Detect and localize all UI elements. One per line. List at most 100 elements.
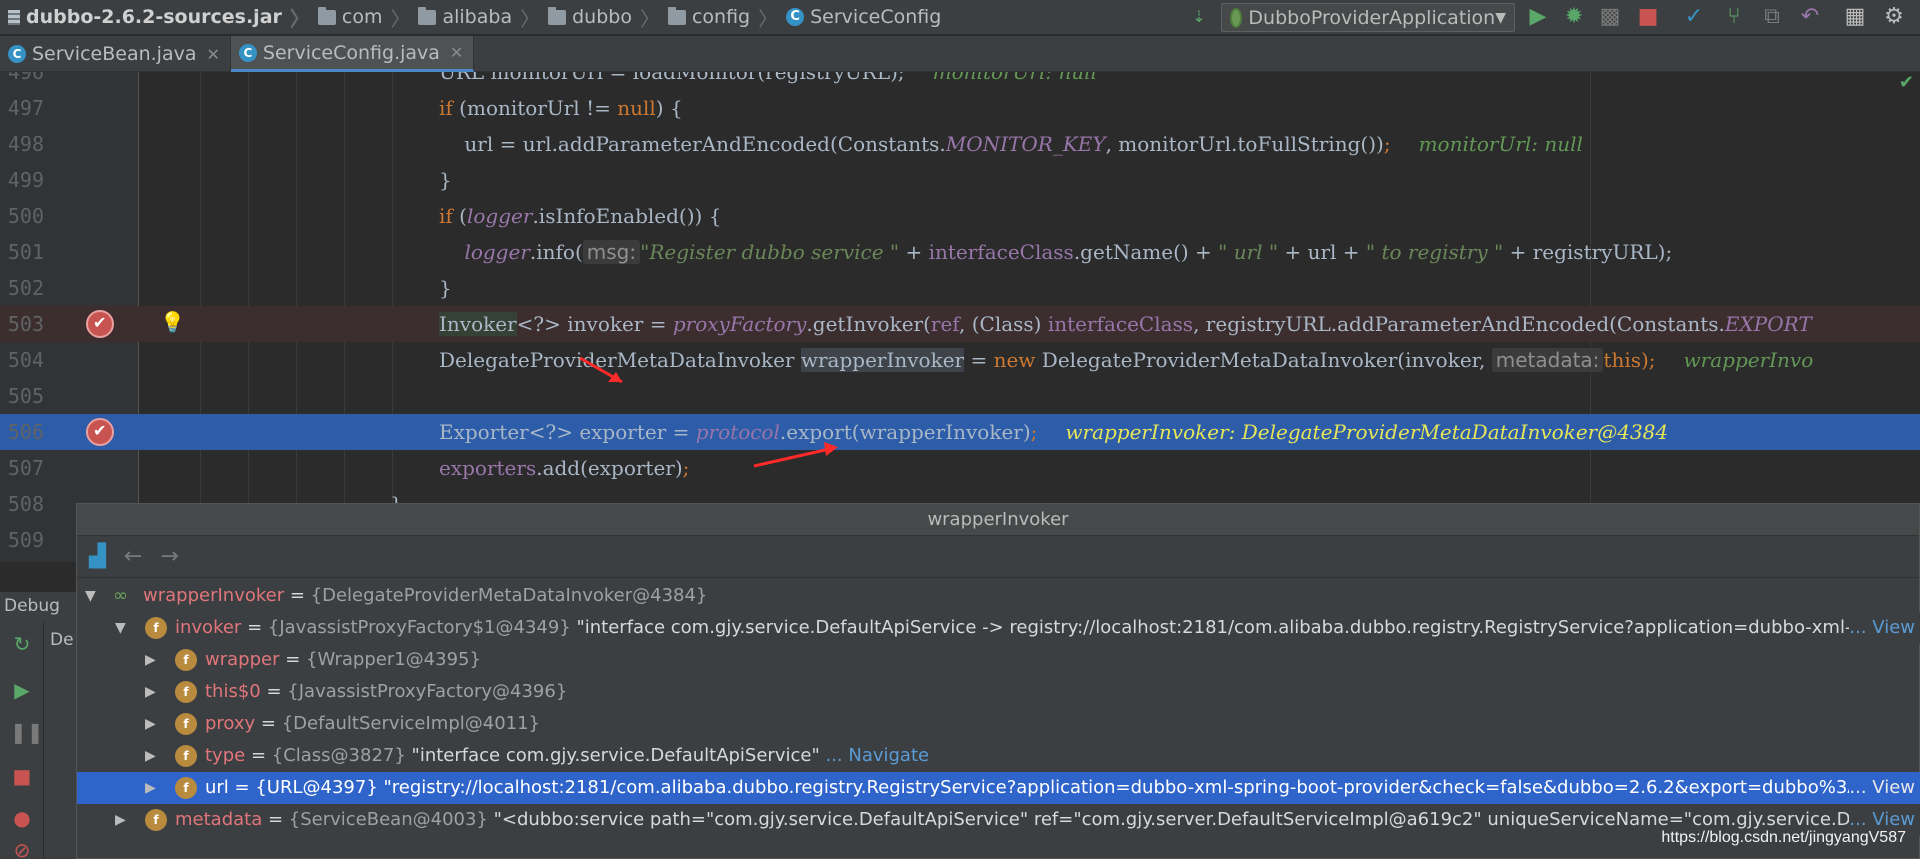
code-text: URL monitorUrl = loadMonitor(registryURL… [439,72,1097,90]
rerun-icon[interactable]: ↻ [10,632,34,656]
variable-eq: = [260,681,288,702]
expand-icon[interactable]: ▶ [145,772,156,804]
code-token: DelegateProviderMetaDataInvoker(invoker, [1035,348,1492,372]
analysis-ok-icon: ✔ [1898,72,1914,93]
code-token: <?> invoker = [516,312,673,336]
revert-icon[interactable]: ↶ [1798,5,1822,29]
navigate-link[interactable]: ... Navigate [820,745,929,766]
tree-row-proxy[interactable]: ▶ f proxy = {DefaultServiceImpl@4011} [77,708,1920,740]
chevron-right-icon: 〉 [758,6,779,31]
breadcrumb-serviceconfig[interactable]: C ServiceConfig [778,0,941,35]
tree-row-wrapperinvoker[interactable]: ▼ ∞ wrapperInvoker = {DelegateProviderMet… [77,580,1920,612]
tree-row-type[interactable]: ▶ f type = {Class@3827} "interface com.gj… [77,740,1920,772]
debug-tool-label[interactable]: Debug [0,592,76,622]
lightbulb-icon[interactable]: 💡 [160,310,185,334]
breadcrumb-dubbo[interactable]: dubbo 〉 [540,0,660,35]
code-text: url = url.addParameterAndEncoded(Constan… [439,126,1583,162]
code-token: (Class) [971,312,1042,336]
stop-icon[interactable]: ■ [1636,5,1660,29]
view-breakpoints-icon[interactable]: ● [10,806,34,830]
code-line[interactable]: 498 url = url.addParameterAndEncoded(Con… [0,126,1920,162]
expand-icon[interactable]: ▶ [115,804,126,836]
code-line[interactable]: 497 if (monitorUrl != null) { [0,90,1920,126]
compare-icon[interactable]: ⧉ [1760,5,1784,29]
tab-servicebean[interactable]: C ServiceBean.java ✕ [0,36,231,72]
tree-row-metadata[interactable]: ▶ f metadata = {ServiceBean@4003} "<dubbo… [77,804,1920,836]
code-line[interactable]: 504 DelegateProviderMetaDataInvoker wrap… [0,342,1920,378]
close-icon[interactable]: ✕ [450,43,463,62]
code-token: null [617,96,656,120]
coverage-icon[interactable]: ▩ [1598,5,1622,29]
settings-icon[interactable]: ⚙ [1882,5,1906,29]
forward-icon[interactable]: → [160,544,178,569]
code-line[interactable]: 505 [0,378,1920,414]
expand-icon[interactable]: ▶ [145,740,156,772]
popup-toolbar: ▟ ← → [77,536,1919,578]
tree-row-wrapper[interactable]: ▶ f wrapper = {Wrapper1@4395} [77,644,1920,676]
collapse-icon[interactable]: ▼ [115,612,126,644]
code-text: Exporter<?> exporter = protocol.export(w… [439,414,1668,450]
code-token: interfaceClass [1047,312,1194,336]
vcs-update-icon[interactable]: ✓ [1682,5,1706,29]
expand-icon[interactable]: ▶ [145,644,156,676]
expand-icon[interactable]: ▶ [145,676,156,708]
code-line[interactable]: 507 exporters.add(exporter); [0,450,1920,486]
code-token: proxyFactory [672,312,807,336]
debugger-tab-label[interactable]: De [50,630,74,650]
code-line[interactable]: 502 } [0,270,1920,306]
close-icon[interactable]: ✕ [206,45,219,64]
line-number: 500 [7,204,44,228]
watermark: https://blog.csdn.net/jingyangV587 [1661,829,1906,846]
breadcrumb-config[interactable]: config 〉 [660,0,778,35]
view-link[interactable]: ... View [1849,772,1920,804]
chevron-right-icon: 〉 [289,6,310,31]
run-icon[interactable]: ▶ [1526,5,1550,29]
code-token: " url " [1218,240,1279,264]
stop-icon[interactable]: ■ [10,764,34,788]
code-line[interactable]: 496 URL monitorUrl = loadMonitor(registr… [0,72,1920,90]
tree-row-this0[interactable]: ▶ f this$0 = {JavassistProxyFactory@4396} [77,676,1920,708]
tree-row-url[interactable]: ▶ f url = {URL@4397} "registry://localhos… [77,772,1920,804]
variable-eq: = [228,777,256,798]
code-line-breakpoint[interactable]: 503 💡 Invoker<?> invoker = proxyFactory.… [0,306,1920,342]
resume-icon[interactable]: ▶ [10,678,34,702]
code-text: if (logger.isInfoEnabled()) { [439,198,721,234]
code-line[interactable]: 499 } [0,162,1920,198]
view-link[interactable]: ... View [1849,612,1920,644]
breakpoint-icon[interactable] [86,418,114,446]
code-token: ); [1641,348,1656,372]
code-token: = [964,348,994,372]
vcs-commit-icon[interactable]: ⑂ [1722,5,1746,29]
variable-eq: = [262,809,289,830]
tree-row-content: f wrapper = {Wrapper1@4395} [175,644,481,676]
code-text: } [439,168,452,192]
sort-icon[interactable]: ⇣ [1187,5,1211,29]
breadcrumb-alibaba[interactable]: alibaba 〉 [410,0,540,35]
code-line[interactable]: 501 logger.info(msg: "Register dubbo serv… [0,234,1920,270]
pause-icon[interactable]: ❚❚ [10,720,44,744]
run-configuration-select[interactable]: DubboProviderApplication ▼ [1221,3,1515,32]
code-text: exporters.add(exporter); [439,450,689,486]
code-text: Invoker<?> invoker = proxyFactory.getInv… [439,306,1812,342]
breadcrumb-jar[interactable]: dubbo-2.6.2-sources.jar 〉 [0,0,310,35]
breadcrumb-com[interactable]: com 〉 [310,0,410,35]
tree-row-invoker[interactable]: ▼ f invoker = {JavassistProxyFactory$1@43… [77,612,1920,644]
code-token: .isInfoEnabled()) { [532,204,722,228]
code-token: (monitorUrl != [452,96,618,120]
code-line-current[interactable]: 506 Exporter<?> exporter = protocol.expo… [0,414,1920,450]
structure-icon[interactable]: ▟ [89,544,106,569]
breakpoint-icon[interactable] [86,310,114,338]
variable-inspector-popup[interactable]: wrapperInvoker ▟ ← → ▼ ∞ wrapperInvoker =… [76,503,1920,859]
expand-icon[interactable]: ▶ [145,708,156,740]
collapse-icon[interactable]: ▼ [85,580,96,612]
code-line[interactable]: 500 if (logger.isInfoEnabled()) { [0,198,1920,234]
line-number: 499 [7,168,44,192]
project-structure-icon[interactable]: ▦ [1843,5,1867,29]
back-icon[interactable]: ← [124,544,142,569]
debug-icon[interactable]: ✹ [1562,5,1586,29]
mute-breakpoints-icon[interactable]: ⊘ [10,838,34,859]
tab-serviceconfig[interactable]: C ServiceConfig.java ✕ [230,36,475,72]
variable-value: "<dubbo:service path="com.gjy.service.De… [487,809,1920,830]
debug-toolbar: ↻ ▶ ❚❚ ■ ● ⊘ [0,622,44,859]
code-editor[interactable]: 496 URL monitorUrl = loadMonitor(registr… [0,72,1920,562]
